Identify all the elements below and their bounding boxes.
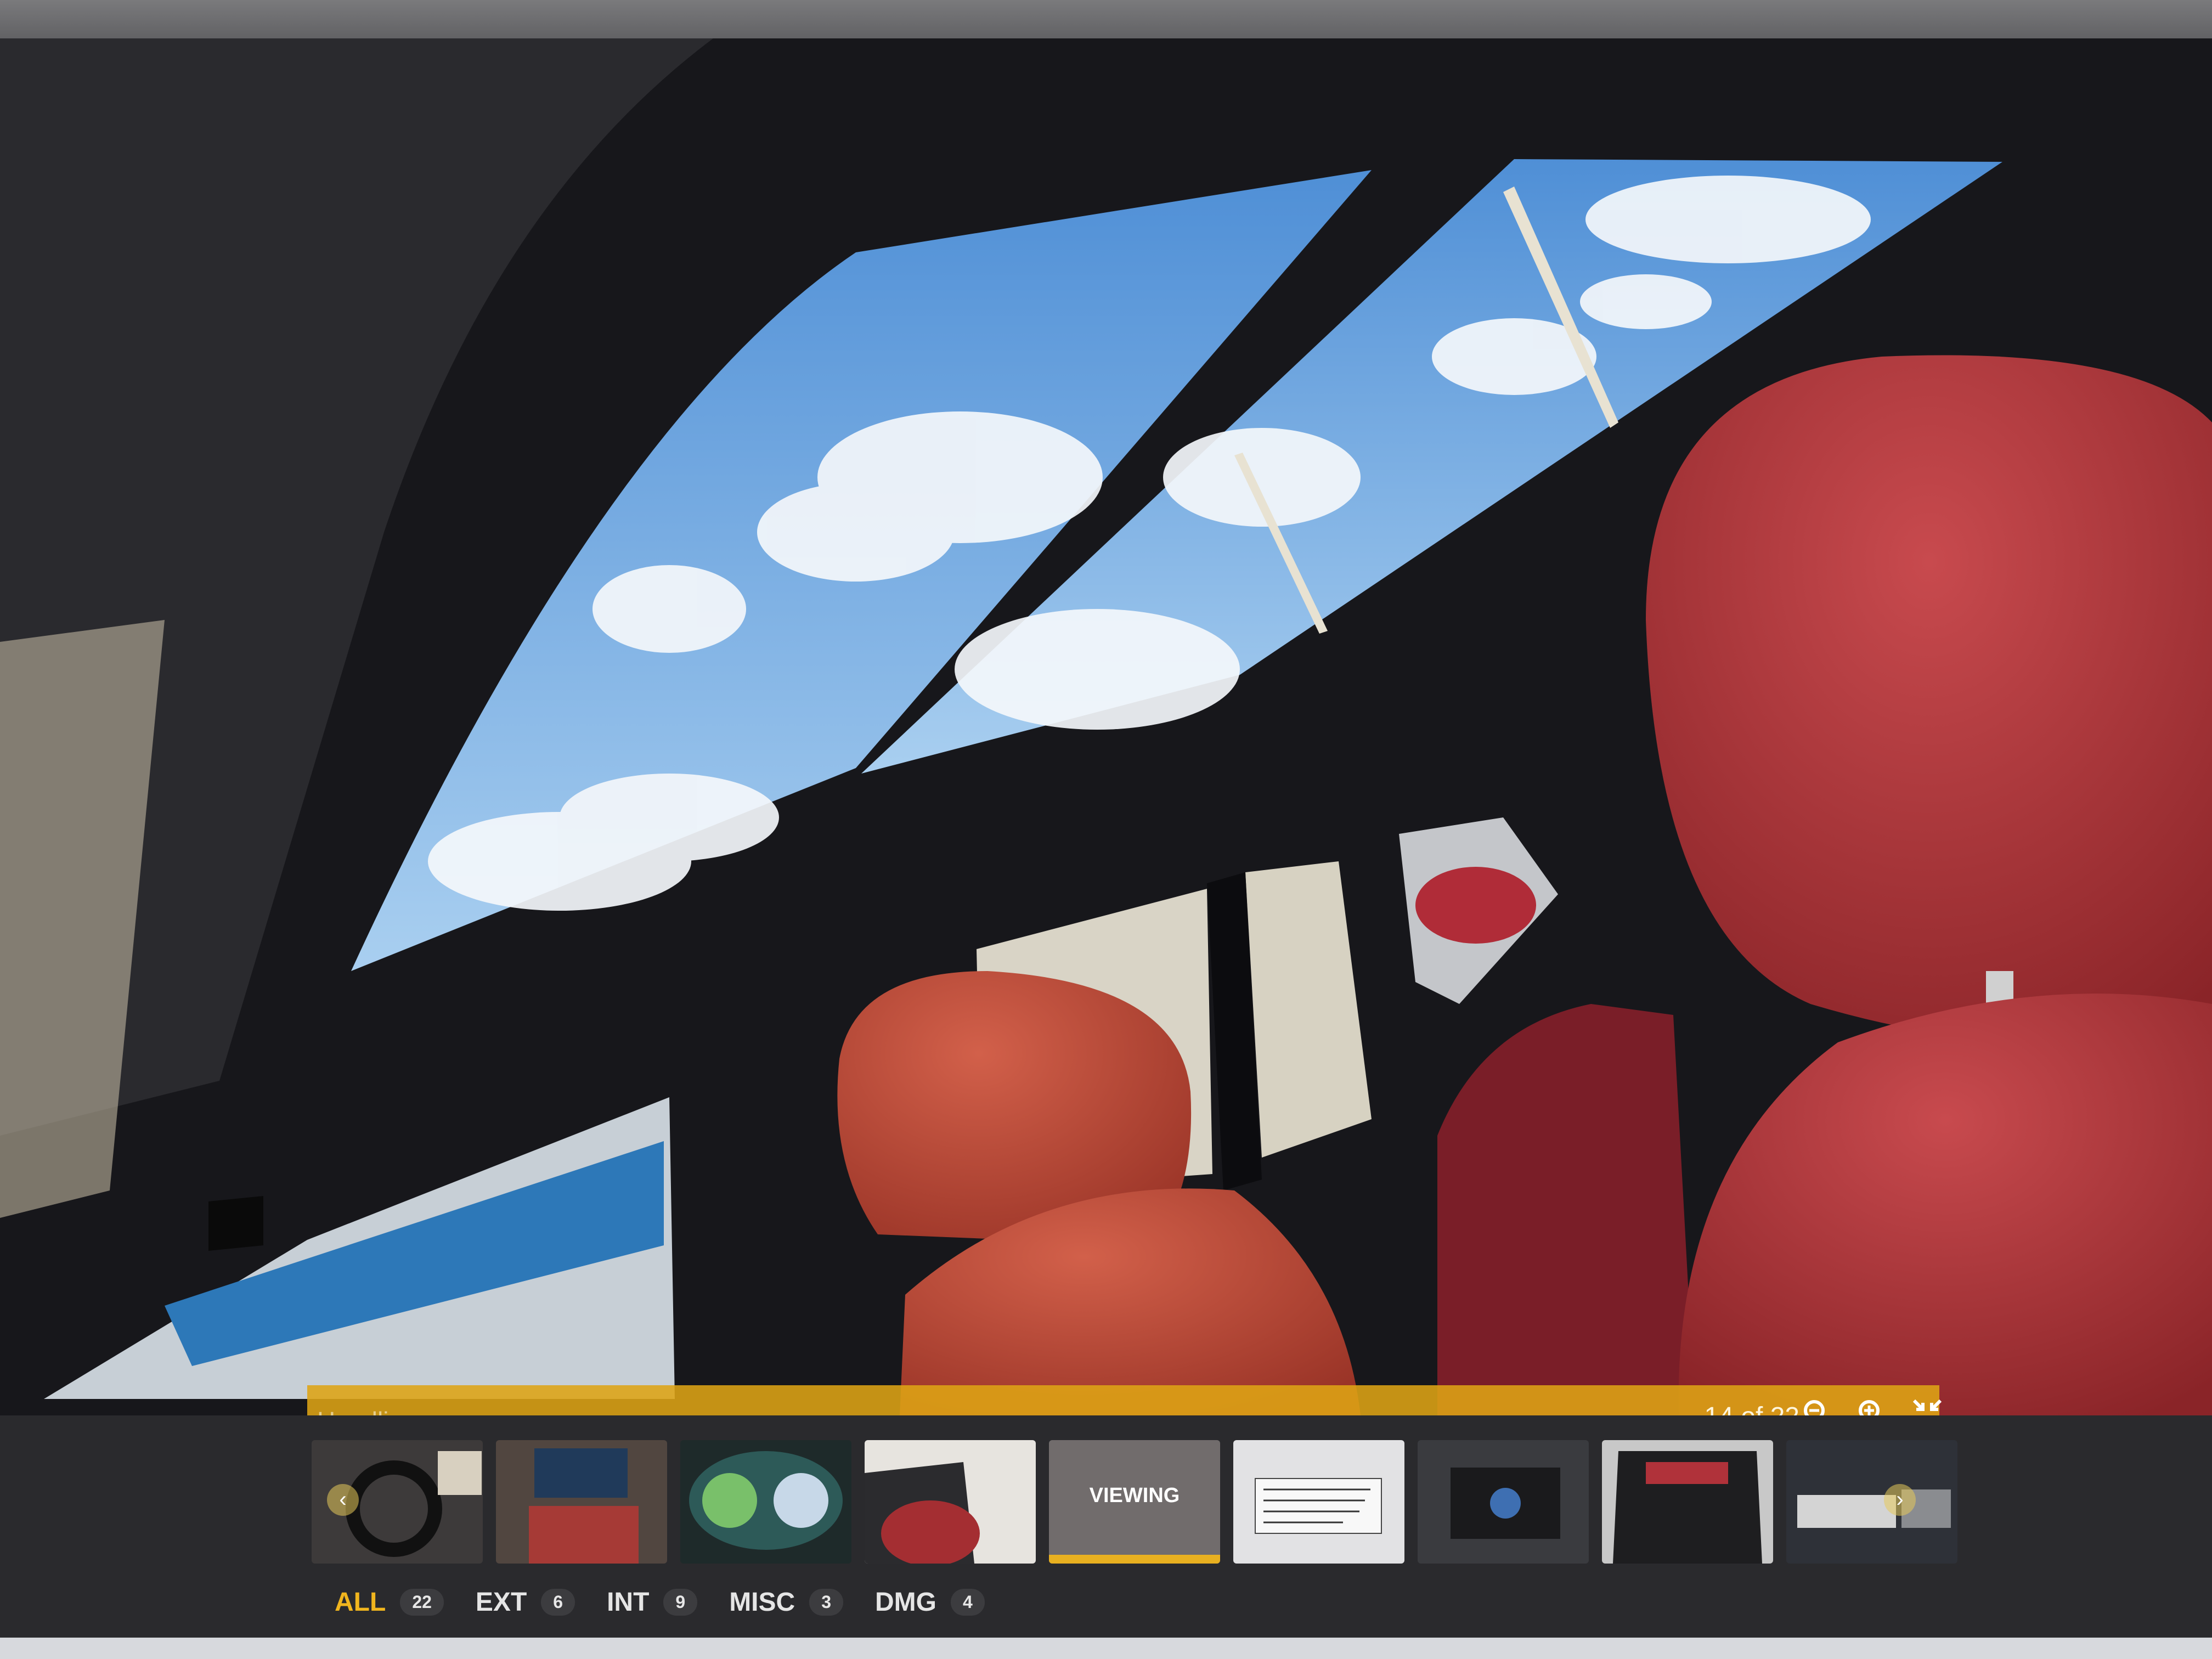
thumbnail-strip: ‹ VIEWING › ALL 22 EXT 6 INT 9 MISC 3 DM…	[0, 1415, 2212, 1646]
filter-dmg[interactable]: DMG 4	[875, 1587, 985, 1617]
filter-int[interactable]: INT 9	[607, 1587, 698, 1617]
viewing-label: VIEWING	[1089, 1484, 1180, 1507]
thumbnail-engine-bay[interactable]	[1418, 1440, 1589, 1564]
filter-count: 3	[809, 1588, 843, 1616]
filter-label: ALL	[335, 1587, 386, 1617]
thumbnail-instrument-cluster[interactable]	[680, 1440, 851, 1564]
caption-bar: Headliner 14 of 22	[307, 1385, 1942, 1415]
thumbnail-dashboard-screen[interactable]	[496, 1440, 667, 1564]
thumbnail-headliner[interactable]: VIEWING	[1049, 1440, 1220, 1564]
next-arrow-icon[interactable]: ›	[1884, 1484, 1916, 1516]
photo-caption: Headliner	[317, 1406, 425, 1415]
collapse-icon[interactable]	[1911, 1397, 1950, 1415]
filter-count: 22	[400, 1588, 444, 1616]
filter-label: MISC	[729, 1587, 795, 1617]
photo-counter: 14 of 22	[1705, 1402, 1799, 1415]
category-filters: ALL 22 EXT 6 INT 9 MISC 3 DMG 4	[335, 1583, 985, 1621]
photo-viewer[interactable]: Headliner 14 of 22	[0, 38, 2212, 1415]
filter-label: INT	[607, 1587, 650, 1617]
thumbnail-rear-seats[interactable]	[865, 1440, 1036, 1564]
filter-all[interactable]: ALL 22	[335, 1587, 444, 1617]
thumbnail-engine-detail[interactable]	[1786, 1440, 1957, 1564]
filter-label: DMG	[874, 1587, 936, 1617]
filter-count: 6	[541, 1588, 575, 1616]
filter-label: EXT	[475, 1587, 527, 1617]
zoom-out-icon[interactable]	[1801, 1397, 1841, 1415]
os-taskbar	[0, 1638, 2212, 1659]
thumbnail-vin-sticker[interactable]	[1233, 1440, 1404, 1564]
headliner-photo	[0, 38, 2212, 1415]
filter-count: 4	[950, 1588, 985, 1616]
filter-misc[interactable]: MISC 3	[729, 1587, 843, 1617]
prev-arrow-icon[interactable]: ‹	[327, 1484, 359, 1516]
filter-ext[interactable]: EXT 6	[476, 1587, 575, 1617]
thumbnail-cargo-area[interactable]	[1602, 1440, 1773, 1564]
zoom-in-icon[interactable]	[1856, 1397, 1895, 1415]
filter-count: 9	[663, 1588, 698, 1616]
